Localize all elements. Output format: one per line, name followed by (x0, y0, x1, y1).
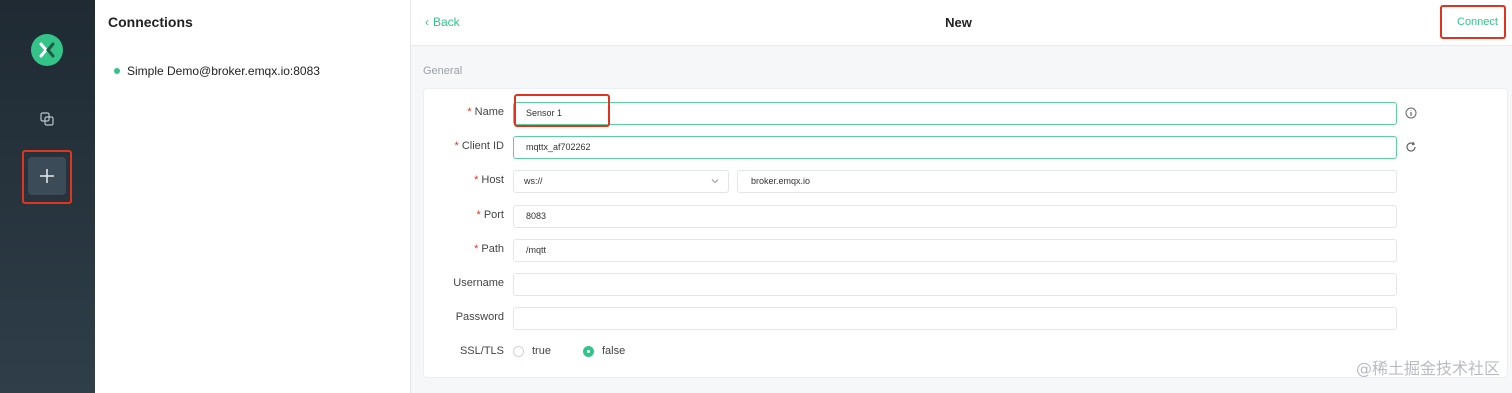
app-sidebar (0, 0, 95, 393)
chevron-down-icon (711, 179, 719, 184)
host-label: * Host (474, 174, 504, 186)
main-content: ‹ Back New Connect General * Name Sensor … (411, 0, 1512, 393)
refresh-icon[interactable] (1405, 141, 1417, 153)
name-field-highlight (514, 94, 610, 127)
username-input[interactable] (513, 273, 1397, 296)
ssl-tls-radio-group: true false (513, 345, 657, 357)
form-row-ssl-tls: SSL/TLS true false (424, 341, 1509, 365)
username-label: Username (453, 277, 504, 289)
connection-list-item[interactable]: Simple Demo@broker.emqx.io:8083 (114, 64, 320, 78)
client-id-input[interactable]: mqttx_af702262 (513, 136, 1397, 159)
form-row-password: Password (424, 307, 1509, 331)
plus-icon (40, 169, 54, 183)
form-row-host: * Host ws:// broker.emqx.io (424, 170, 1509, 194)
new-connection-button[interactable] (28, 157, 66, 195)
form-row-client-id: * Client ID mqttx_af702262 (424, 136, 1509, 160)
header-bar: ‹ Back New Connect (411, 0, 1512, 46)
path-label: * Path (474, 243, 504, 255)
section-label-general: General (423, 65, 463, 77)
protocol-value: ws:// (524, 176, 543, 186)
connect-button[interactable]: Connect (1457, 16, 1498, 28)
connections-panel: Connections Simple Demo@broker.emqx.io:8… (95, 0, 411, 393)
connection-label: Simple Demo@broker.emqx.io:8083 (127, 64, 320, 78)
name-input[interactable]: Sensor 1 (513, 102, 1397, 125)
port-input[interactable]: 8083 (513, 205, 1397, 228)
connections-title: Connections (108, 14, 193, 30)
password-label: Password (455, 311, 504, 323)
status-dot-icon (114, 68, 120, 74)
host-input[interactable]: broker.emqx.io (737, 170, 1397, 193)
form-row-port: * Port 8083 (424, 205, 1509, 229)
mqttx-logo-icon[interactable] (31, 34, 63, 66)
ssl-false-radio[interactable] (582, 345, 594, 357)
ssl-tls-label: SSL/TLS (459, 345, 504, 357)
info-circle-icon[interactable] (1405, 107, 1417, 119)
password-input[interactable] (513, 307, 1397, 330)
ssl-true-radio[interactable] (513, 345, 524, 357)
port-label: * Port (476, 209, 504, 221)
ssl-false-label[interactable]: false (602, 345, 625, 357)
ssl-true-label[interactable]: true (532, 345, 551, 357)
copy-icon[interactable] (39, 111, 55, 127)
form-row-username: Username (424, 273, 1509, 297)
name-label: * Name (467, 106, 504, 118)
path-input[interactable]: /mqtt (513, 239, 1397, 262)
general-form-card: * Name Sensor 1 * Client ID mqttx_af702262… (423, 88, 1508, 378)
page-title: New (945, 15, 972, 30)
form-row-path: * Path /mqtt (424, 239, 1509, 263)
client-id-label: * Client ID (454, 140, 504, 152)
protocol-select[interactable]: ws:// (513, 170, 729, 193)
watermark: @稀土掘金技术社区 (1355, 359, 1500, 378)
